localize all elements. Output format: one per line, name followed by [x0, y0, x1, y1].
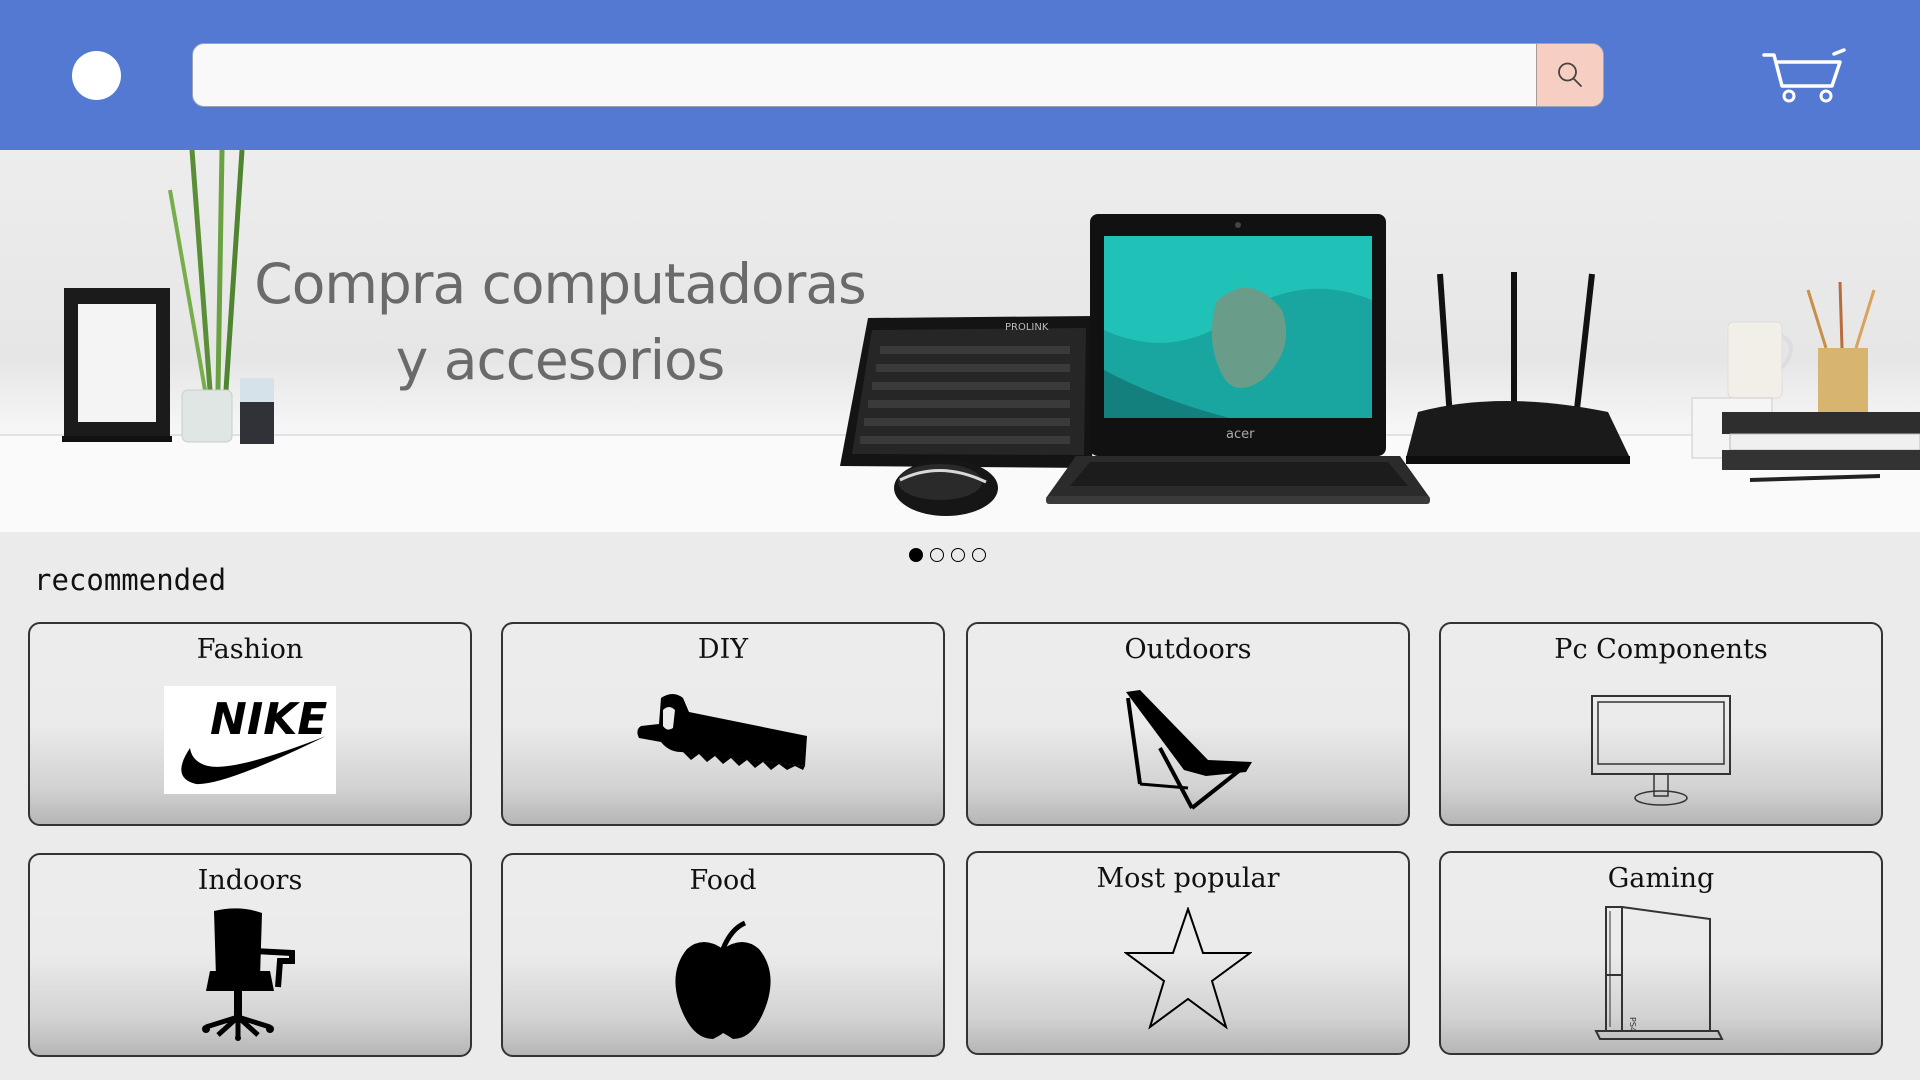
category-label: Indoors — [197, 865, 303, 896]
category-label: Gaming — [1607, 863, 1715, 894]
game-console-icon: PS4 — [1594, 906, 1724, 1040]
category-card-fashion[interactable]: Fashion NIKE — [28, 622, 472, 826]
carousel-dot-3[interactable] — [951, 548, 965, 562]
category-card-pc-components[interactable]: Pc Components — [1439, 622, 1883, 826]
category-card-outdoors[interactable]: Outdoors — [966, 622, 1410, 826]
banner-headline: Compra computadoras y accesorios — [250, 246, 870, 398]
desk-accessories-decor — [1691, 281, 1920, 482]
laptop-image: acer — [1046, 214, 1430, 504]
svg-text:NIKE: NIKE — [210, 694, 327, 745]
office-chair-icon — [202, 908, 295, 1041]
carousel-dot-2[interactable] — [930, 548, 944, 562]
apple-icon — [675, 920, 771, 1039]
picture-frame-decor — [62, 288, 172, 442]
nike-logo-icon: NIKE — [164, 686, 336, 794]
category-card-indoors[interactable]: Indoors — [28, 853, 472, 1057]
deck-chair-icon — [1126, 690, 1252, 810]
carousel-indicators — [909, 548, 986, 564]
keyboard-image: PROLINK — [840, 316, 1095, 468]
category-label: DIY — [697, 634, 749, 665]
svg-text:acer: acer — [1226, 427, 1255, 442]
svg-text:PROLINK: PROLINK — [1005, 322, 1049, 333]
star-icon — [1124, 907, 1252, 1030]
category-card-diy[interactable]: DIY — [501, 622, 945, 826]
logo-circle[interactable] — [72, 51, 121, 100]
search-button[interactable] — [1536, 44, 1603, 106]
saw-icon — [637, 694, 807, 770]
search-icon — [1558, 62, 1582, 87]
promo-banner[interactable]: PROLINK acer Compra computadoras y acces… — [0, 150, 1920, 532]
mouse-image — [894, 460, 998, 516]
category-label: Fashion — [196, 634, 304, 665]
category-card-gaming[interactable]: Gaming PS4 — [1439, 851, 1883, 1055]
category-card-most-popular[interactable]: Most popular — [966, 851, 1410, 1055]
monitor-icon — [1591, 695, 1731, 806]
category-label: Most popular — [1096, 863, 1280, 894]
section-title: recommended — [34, 563, 227, 597]
category-card-food[interactable]: Food — [501, 853, 945, 1057]
top-bar — [0, 0, 1920, 150]
carousel-dot-4[interactable] — [972, 548, 986, 562]
search-input[interactable] — [193, 44, 1537, 106]
cart-icon[interactable] — [1762, 48, 1846, 104]
category-label: Food — [689, 865, 757, 896]
carousel-dot-1[interactable] — [909, 548, 923, 562]
category-label: Outdoors — [1124, 634, 1252, 665]
banner-headline-line1: Compra computadoras — [254, 252, 866, 316]
search-bar — [192, 43, 1604, 107]
banner-headline-line2: y accesorios — [395, 328, 726, 392]
router-image — [1406, 272, 1630, 464]
svg-text:PS4: PS4 — [1628, 1017, 1637, 1032]
category-label: Pc Components — [1554, 634, 1768, 665]
